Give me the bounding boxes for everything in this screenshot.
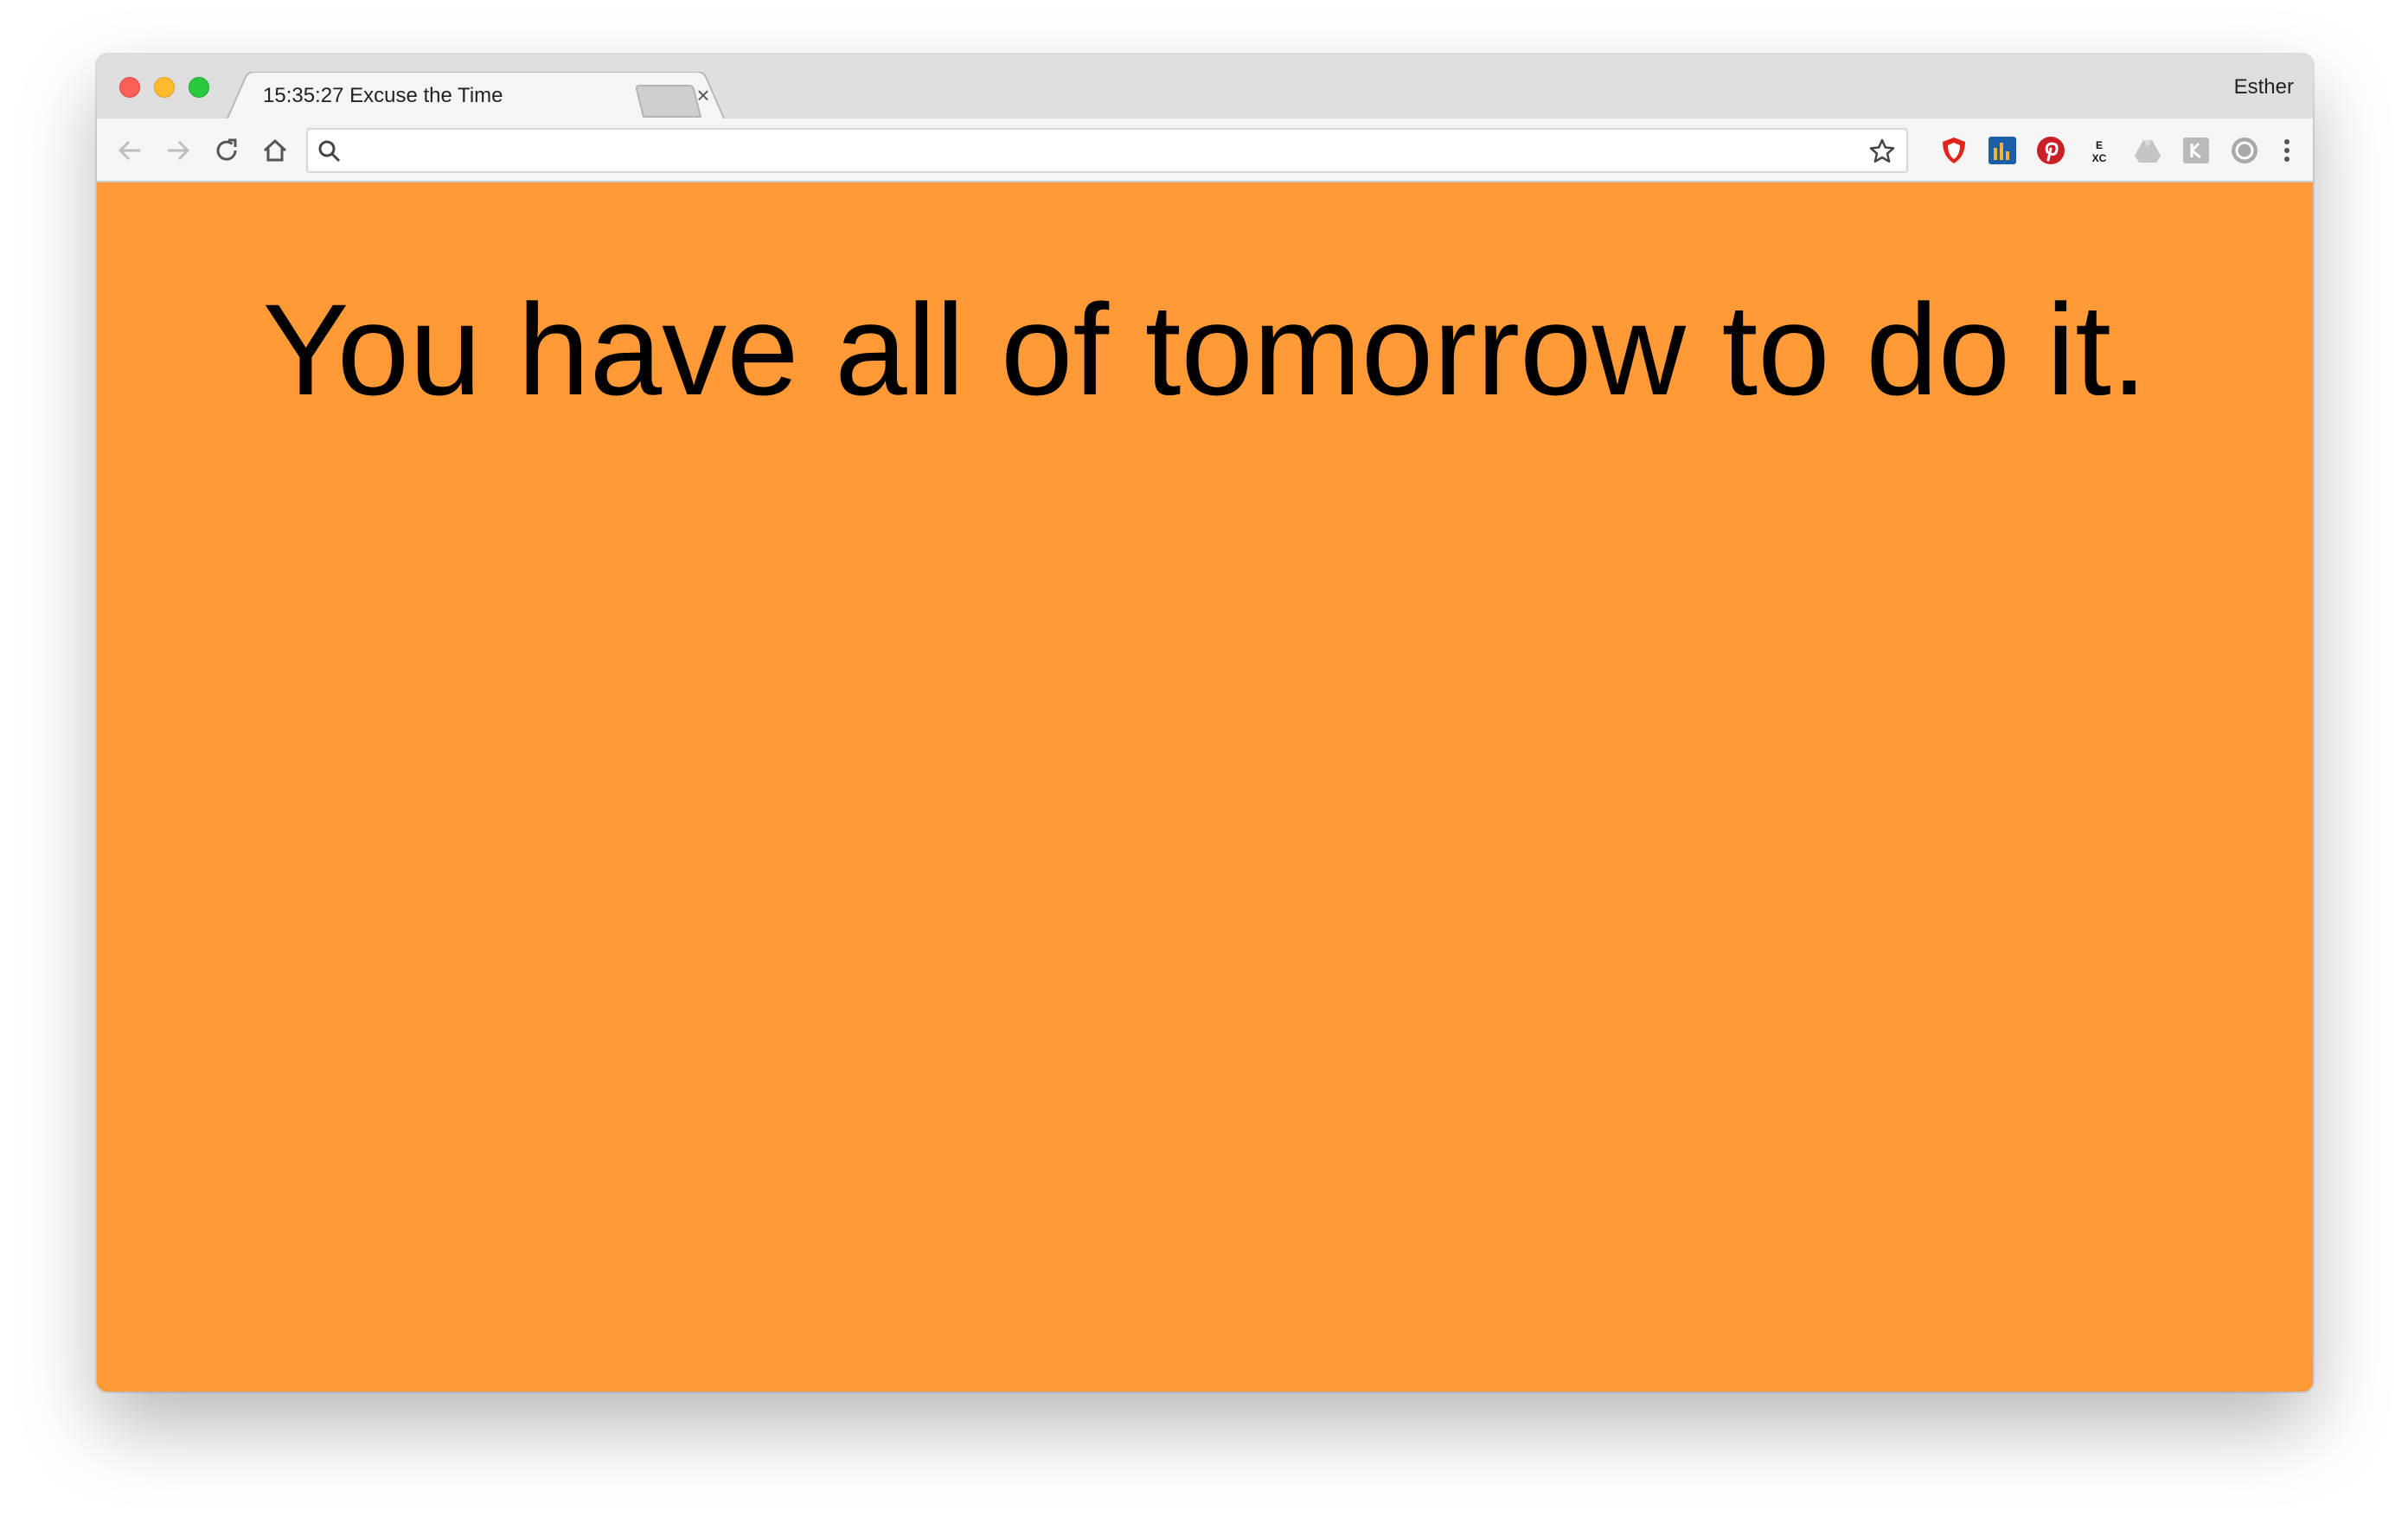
forward-arrow-icon [168, 140, 190, 161]
keyboard-extension-icon[interactable] [2181, 136, 2211, 165]
pinterest-icon[interactable] [2036, 136, 2065, 165]
excuse-text: You have all of tomorrow to do it. [262, 277, 2148, 422]
profile-name[interactable]: Esther [2234, 75, 2294, 99]
bookmark-star-icon[interactable] [1868, 138, 1896, 165]
toolbar: E XC [97, 118, 2313, 182]
forward-button[interactable] [163, 135, 194, 166]
new-tab-button[interactable] [635, 84, 704, 118]
title-bar: 15:35:27 Excuse the Time × Esther [97, 54, 2313, 120]
reload-icon [216, 138, 237, 161]
drive-icon[interactable] [2133, 136, 2162, 165]
back-arrow-icon [118, 140, 140, 161]
maximize-window-button[interactable] [189, 77, 209, 98]
ublock-icon[interactable] [1939, 136, 1969, 165]
menu-kebab-icon[interactable] [2278, 136, 2296, 165]
stats-extension-icon[interactable] [1988, 136, 2017, 165]
page-content: You have all of tomorrow to do it. [97, 182, 2313, 1391]
minimize-window-button[interactable] [154, 77, 175, 98]
back-button[interactable] [114, 135, 145, 166]
excel-extension-icon[interactable]: E XC [2085, 136, 2114, 165]
close-window-button[interactable] [119, 77, 140, 98]
search-icon [318, 140, 341, 163]
address-bar[interactable] [306, 128, 1908, 173]
browser-window: 15:35:27 Excuse the Time × Esther E XC Y… [97, 54, 2313, 1391]
home-button[interactable] [259, 135, 291, 166]
home-icon [263, 138, 287, 162]
svg-text:XC: XC [2092, 152, 2107, 164]
address-input[interactable] [353, 135, 1844, 168]
sync-extension-icon[interactable] [2230, 136, 2259, 165]
svg-text:E: E [2096, 139, 2103, 151]
reload-button[interactable] [211, 135, 242, 166]
tab-title: 15:35:27 Excuse the Time [263, 84, 503, 107]
